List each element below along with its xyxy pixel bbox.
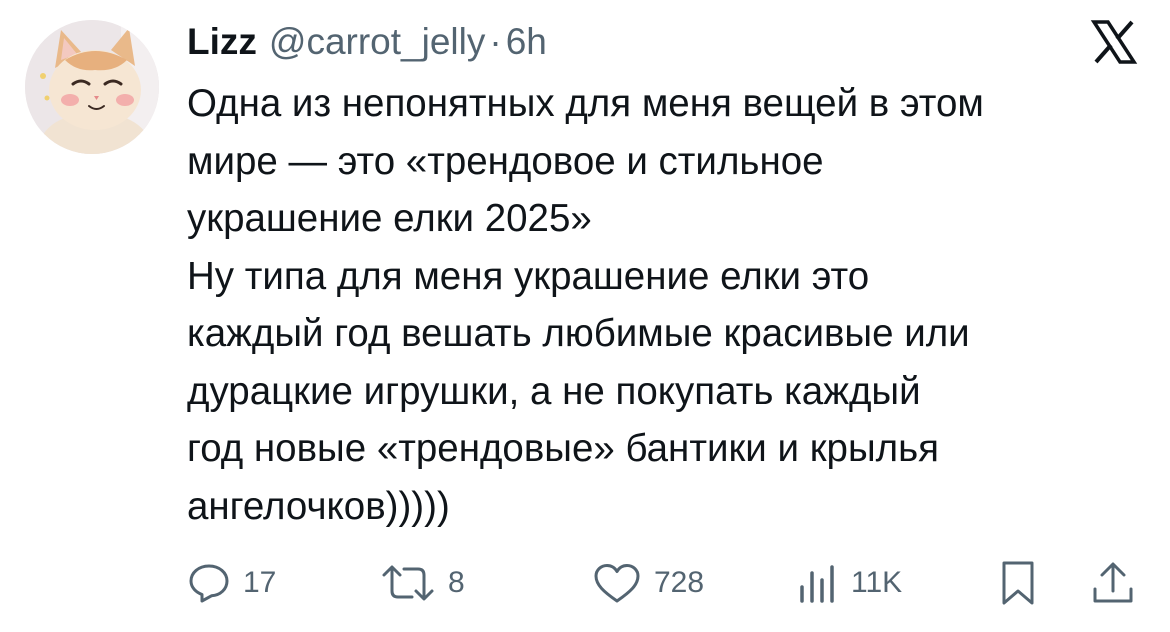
tweet-line: Одна из непонятных для меня вещей в этом	[187, 82, 984, 125]
like-button[interactable]: 728	[592, 555, 704, 611]
views-button[interactable]: 11K	[795, 555, 902, 611]
cat-avatar-image	[25, 20, 159, 154]
tweet-line: Ну типа для меня украшение елки это	[187, 254, 870, 298]
action-bar: 17 8 728 11K	[0, 555, 1170, 611]
tweet-header: Lizz @carrot_jelly · 6h	[187, 18, 547, 66]
author-name[interactable]: Lizz	[187, 18, 257, 66]
x-logo-icon[interactable]	[1090, 18, 1138, 66]
like-count: 728	[654, 566, 705, 599]
bookmark-button[interactable]	[998, 555, 1038, 611]
tweet-line: украшение елки 2025»	[187, 197, 592, 240]
post-time[interactable]: 6h	[506, 18, 547, 66]
speech-bubble-icon	[187, 561, 231, 605]
reply-count: 17	[243, 566, 277, 599]
repost-count: 8	[448, 566, 465, 599]
views-count: 11K	[851, 566, 903, 599]
tweet-line: мире — это «трендовое и стильное	[187, 139, 824, 183]
tweet-line: год новые «трендовые» бантики и крылья	[187, 427, 940, 470]
avatar[interactable]	[25, 20, 159, 154]
repost-arrows-icon	[380, 561, 436, 605]
author-handle[interactable]: @carrot_jelly	[269, 18, 485, 66]
tweet-line: каждый год вешать любимые красивые или	[187, 312, 970, 355]
bookmark-icon	[998, 559, 1038, 607]
tweet-text: Одна из непонятных для меня вещей в этом…	[187, 75, 1147, 535]
tweet-line: ангелочков)))))	[187, 484, 450, 528]
separator-dot: ·	[489, 21, 502, 62]
tweet-line: дурацкие игрушки, а не покупать каждый	[187, 369, 921, 413]
bar-chart-icon	[795, 561, 839, 605]
repost-button[interactable]: 8	[380, 555, 465, 611]
heart-icon	[592, 561, 642, 605]
reply-button[interactable]: 17	[187, 555, 276, 611]
share-button[interactable]	[1090, 555, 1136, 611]
share-upload-icon	[1090, 559, 1136, 607]
